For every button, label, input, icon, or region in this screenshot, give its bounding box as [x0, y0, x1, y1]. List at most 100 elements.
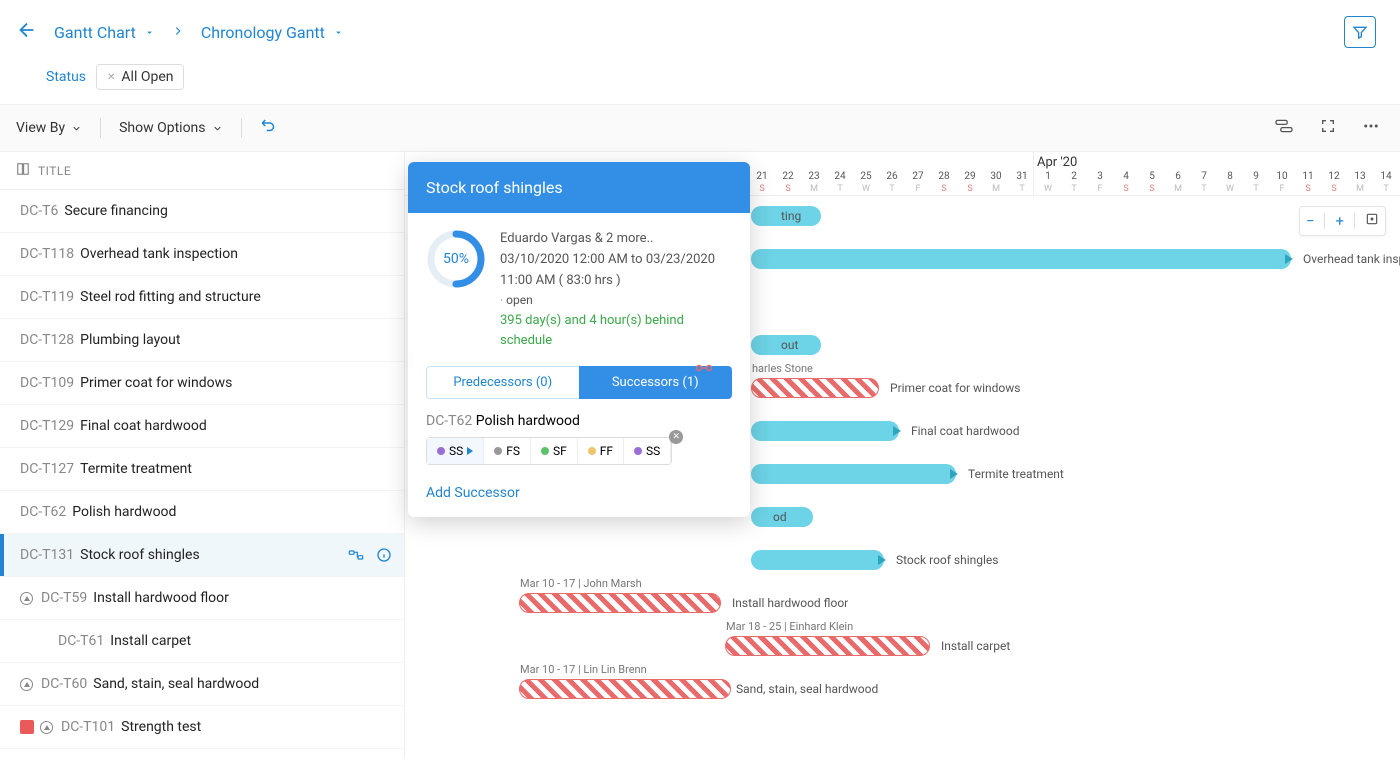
bar-label: out: [781, 338, 798, 352]
task-id: DC-T109: [20, 375, 74, 391]
bar-label: Install carpet: [941, 639, 1010, 653]
task-title: Sand, stain, seal hardwood: [93, 676, 259, 692]
gantt-bar[interactable]: Mar 10 - 17 | John MarshInstall hardwood…: [519, 593, 721, 613]
dependency-type-option[interactable]: SS: [624, 438, 671, 464]
task-status: open: [506, 293, 533, 307]
dependency-type-option[interactable]: FF: [578, 438, 624, 464]
task-title: Stock roof shingles: [80, 547, 200, 563]
day-column: 24T: [827, 171, 853, 194]
day-column: 22S: [775, 171, 801, 194]
fit-to-screen-button[interactable]: [1365, 212, 1379, 230]
dependency-icon[interactable]: [348, 547, 364, 563]
gantt-bar[interactable]: Termite treatment: [751, 464, 956, 484]
bar-prelabel: Mar 18 - 25 | Einhard Klein: [726, 620, 853, 633]
status-chip-all-open[interactable]: ✕ All Open: [96, 64, 184, 90]
bar-label: od: [773, 510, 787, 524]
fullscreen-button[interactable]: [1316, 114, 1340, 142]
gantt-bar[interactable]: Mar 10 - 17 | Lin Lin BrennSand, stain, …: [519, 679, 731, 699]
gantt-bar[interactable]: Overhead tank inspection: [751, 249, 1291, 269]
day-column: 14T: [1373, 171, 1399, 194]
task-row[interactable]: DC-T127 Termite treatment: [0, 448, 404, 491]
task-title: Overhead tank inspection: [80, 246, 238, 262]
task-row[interactable]: DC-T128 Plumbing layout: [0, 319, 404, 362]
back-arrow-icon[interactable]: [16, 19, 38, 45]
dependency-type-option[interactable]: SS: [427, 438, 484, 464]
chevron-down-icon: [144, 27, 155, 38]
gantt-bar[interactable]: Stock roof shingles: [751, 550, 884, 570]
successor-item[interactable]: DC-T62 Polish hardwood: [426, 413, 732, 429]
expand-icon[interactable]: [40, 721, 53, 734]
day-column: 9T: [1243, 171, 1269, 194]
expand-icon[interactable]: [20, 592, 33, 605]
day-column: 8W: [1217, 171, 1243, 194]
status-filter-label[interactable]: Status: [46, 69, 86, 85]
title-column-header[interactable]: TITLE: [38, 164, 71, 178]
column-config-icon[interactable]: [16, 162, 30, 179]
task-row[interactable]: DC-T109 Primer coat for windows: [0, 362, 404, 405]
dep-dot-icon: [541, 447, 549, 455]
remove-dependency-button[interactable]: ✕: [669, 430, 683, 444]
filter-button[interactable]: [1344, 16, 1376, 48]
gantt-bar[interactable]: harles StonePrimer coat for windows: [751, 378, 879, 398]
day-column: 27F: [905, 171, 931, 194]
bar-arrow-icon: [893, 426, 901, 436]
bar-label: Final coat hardwood: [911, 424, 1020, 438]
task-row[interactable]: DC-T6 Secure financing: [0, 190, 404, 233]
info-icon[interactable]: [376, 547, 392, 563]
day-column: 21S: [749, 171, 775, 194]
zoom-in-button[interactable]: +: [1335, 212, 1344, 230]
view-by-menu[interactable]: View By: [16, 120, 82, 136]
chevron-right-icon: [171, 23, 185, 42]
tab-predecessors[interactable]: Predecessors (0): [426, 366, 579, 399]
task-row[interactable]: DC-T119 Steel rod fitting and structure: [0, 276, 404, 319]
show-options-menu[interactable]: Show Options: [119, 120, 222, 136]
task-title: Steel rod fitting and structure: [80, 289, 261, 305]
task-id: DC-T6: [20, 203, 58, 219]
gantt-bar[interactable]: out: [751, 335, 821, 355]
show-options-label: Show Options: [119, 120, 205, 136]
task-id: DC-T119: [20, 289, 74, 305]
schedule-status: 395 day(s) and 4 hour(s) behind schedule: [500, 311, 732, 353]
day-column: 26T: [879, 171, 905, 194]
task-id: DC-T129: [20, 418, 74, 434]
dep-dot-icon: [494, 447, 502, 455]
gantt-bar[interactable]: Mar 18 - 25 | Einhard KleinInstall carpe…: [725, 636, 930, 656]
task-title: Secure financing: [64, 203, 167, 219]
task-row[interactable]: DC-T62 Polish hardwood: [0, 491, 404, 534]
task-detail-popover: Stock roof shingles 50% Eduardo Vargas &…: [408, 162, 750, 517]
progress-percent: 50%: [426, 229, 486, 289]
bar-label: Overhead tank inspection: [1303, 252, 1400, 266]
expand-icon[interactable]: [20, 678, 33, 691]
close-icon[interactable]: ✕: [107, 72, 115, 83]
task-title: Plumbing layout: [80, 332, 180, 348]
separator: [1354, 213, 1355, 229]
gantt-bar[interactable]: Final coat hardwood: [751, 421, 899, 441]
dep-dot-icon: [588, 447, 596, 455]
zoom-out-button[interactable]: −: [1306, 212, 1315, 230]
bar-label: Primer coat for windows: [890, 381, 1020, 395]
bar-prelabel: Mar 10 - 17 | Lin Lin Brenn: [520, 663, 647, 676]
dependency-type-option[interactable]: SF: [531, 438, 578, 464]
task-row[interactable]: DC-T59 Install hardwood floor: [0, 577, 404, 620]
add-successor-button[interactable]: Add Successor: [426, 485, 732, 501]
separator: [100, 118, 101, 138]
gantt-bar[interactable]: od: [751, 507, 813, 527]
baseline-toggle-button[interactable]: [1270, 114, 1298, 142]
task-row[interactable]: DC-T131 Stock roof shingles: [0, 534, 404, 577]
task-row[interactable]: DC-T60 Sand, stain, seal hardwood: [0, 663, 404, 706]
task-row[interactable]: DC-T118 Overhead tank inspection: [0, 233, 404, 276]
task-row[interactable]: DC-T61 Install carpet: [0, 620, 404, 663]
bar-label: Install hardwood floor: [732, 596, 848, 610]
bar-label: Stock roof shingles: [896, 553, 998, 567]
more-options-button[interactable]: [1358, 113, 1384, 143]
day-column: 25W: [853, 171, 879, 194]
link-icon[interactable]: [694, 360, 714, 379]
breadcrumb-gantt-chart[interactable]: Gantt Chart: [54, 23, 155, 42]
gantt-bar[interactable]: ting: [751, 206, 821, 226]
breadcrumb-chronology-gantt[interactable]: Chronology Gantt: [201, 23, 344, 42]
dependency-type-option[interactable]: FS: [484, 438, 531, 464]
task-row[interactable]: DC-T129 Final coat hardwood: [0, 405, 404, 448]
undo-button[interactable]: [260, 117, 278, 139]
overdue-icon: [20, 720, 34, 734]
task-row[interactable]: DC-T101 Strength test: [0, 706, 404, 749]
